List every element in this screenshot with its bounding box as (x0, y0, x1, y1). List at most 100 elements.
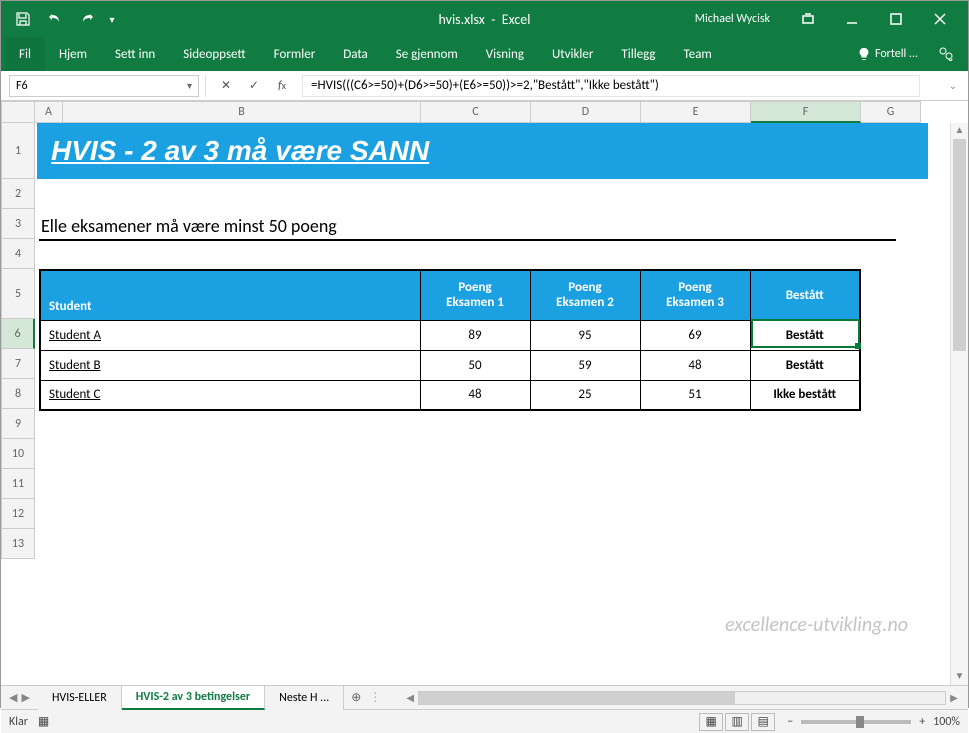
table-header: PoengEksamen 3 (640, 270, 750, 320)
tab-settinn[interactable]: Sett inn (101, 37, 169, 71)
row-headers: 12345678910111213 (1, 123, 35, 685)
new-sheet-button[interactable]: ⊕ (344, 690, 368, 705)
subtitle-underline (39, 239, 896, 241)
scroll-up-button[interactable]: ▲ (951, 123, 968, 139)
row-header-1[interactable]: 1 (1, 123, 35, 179)
macro-record-icon[interactable]: ▦ (38, 714, 49, 729)
tab-hjem[interactable]: Hjem (45, 37, 101, 71)
zoom-level[interactable]: 100% (933, 715, 960, 729)
watermark: excellence-utvikling.no (725, 613, 908, 637)
share-button[interactable] (928, 37, 964, 71)
horizontal-scrollbar[interactable]: ◀ ▶ (382, 691, 968, 705)
tab-data[interactable]: Data (329, 37, 382, 71)
table-cell[interactable]: Student A (40, 320, 420, 350)
sheet-nav-next[interactable]: ▶ (21, 691, 29, 704)
view-page-layout-button[interactable]: ▥ (725, 713, 749, 731)
sheet-tab[interactable]: HVIS-2 av 3 betingelser (122, 686, 265, 710)
table-cell[interactable]: 95 (530, 320, 640, 350)
table-cell[interactable]: Student B (40, 350, 420, 380)
scroll-right-button[interactable]: ▶ (946, 691, 962, 704)
cancel-formula-button[interactable]: ✕ (214, 75, 238, 97)
row-header-5[interactable]: 5 (1, 269, 35, 319)
table-cell[interactable]: Bestått (750, 350, 860, 380)
name-box[interactable]: F6▾ (9, 75, 199, 97)
tab-visning[interactable]: Visning (472, 37, 538, 71)
column-headers: ABCDEFG (35, 101, 968, 123)
column-header-B[interactable]: B (63, 101, 421, 123)
table-cell[interactable]: 89 (420, 320, 530, 350)
tab-utvikler[interactable]: Utvikler (538, 37, 607, 71)
qat-customize[interactable]: ▾ (105, 5, 119, 33)
table-cell[interactable]: 25 (530, 380, 640, 410)
cells-area[interactable]: HVIS - 2 av 3 må være SANN Elle eksamene… (35, 123, 968, 685)
accept-formula-button[interactable]: ✓ (242, 75, 266, 97)
column-header-D[interactable]: D (531, 101, 641, 123)
sheet-tab[interactable]: Neste H ... (265, 686, 344, 710)
column-header-A[interactable]: A (35, 101, 63, 123)
zoom-slider[interactable] (801, 720, 911, 724)
chevron-down-icon[interactable]: ▾ (187, 79, 192, 92)
table-cell[interactable]: 51 (640, 380, 750, 410)
row-header-3[interactable]: 3 (1, 209, 35, 239)
formula-expand-button[interactable]: ⌄ (944, 79, 962, 92)
close-button[interactable] (920, 3, 960, 35)
maximize-button[interactable] (876, 3, 916, 35)
sheet-nav-prev[interactable]: ◀ (9, 691, 17, 704)
row-header-8[interactable]: 8 (1, 379, 35, 409)
row-header-9[interactable]: 9 (1, 409, 35, 439)
table-cell[interactable]: 59 (530, 350, 640, 380)
table-cell[interactable]: Ikke bestått (750, 380, 860, 410)
minimize-button[interactable] (832, 3, 872, 35)
tell-me[interactable]: Fortell ... (847, 37, 928, 71)
table-cell[interactable]: Student C (40, 380, 420, 410)
row-header-4[interactable]: 4 (1, 239, 35, 269)
formula-bar[interactable]: =HVIS(((C6>=50)+(D6>=50)+(E6>=50))>=2,"B… (302, 75, 920, 97)
title-bar: ▾ hvis.xlsx - Excel Michael Wycisk (1, 1, 968, 37)
sheet-tab[interactable]: HVIS-ELLER (38, 686, 122, 710)
row-header-6[interactable]: 6 (1, 319, 35, 349)
sheet-banner: HVIS - 2 av 3 må være SANN (37, 123, 928, 179)
table-cell[interactable]: 69 (640, 320, 750, 350)
fx-button[interactable]: fx (270, 75, 294, 97)
row-header-7[interactable]: 7 (1, 349, 35, 379)
view-normal-button[interactable]: ▦ (699, 713, 723, 731)
sheet-tab-bar: ◀ ▶ HVIS-ELLERHVIS-2 av 3 betingelserNes… (1, 685, 968, 709)
zoom-in-button[interactable]: + (919, 715, 925, 729)
tab-team[interactable]: Team (670, 37, 726, 71)
v-scroll-thumb[interactable] (953, 139, 966, 351)
share-icon (938, 46, 954, 62)
scroll-left-button[interactable]: ◀ (402, 691, 418, 704)
status-ready: Klar (9, 715, 28, 729)
sheet-subtitle: Elle eksamener må være minst 50 poeng (41, 215, 337, 237)
row-header-11[interactable]: 11 (1, 469, 35, 499)
h-scroll-thumb[interactable] (419, 692, 734, 704)
zoom-out-button[interactable]: − (787, 715, 793, 729)
column-header-E[interactable]: E (641, 101, 751, 123)
undo-button[interactable] (41, 5, 69, 33)
tab-formler[interactable]: Formler (260, 37, 330, 71)
formula-bar-row: F6▾ ✕ ✓ fx =HVIS(((C6>=50)+(D6>=50)+(E6>… (1, 71, 968, 101)
save-button[interactable] (9, 5, 37, 33)
table-cell[interactable]: Bestått (750, 320, 860, 350)
column-header-F[interactable]: F (751, 101, 861, 123)
ribbon-options-button[interactable] (788, 3, 828, 35)
column-header-G[interactable]: G (861, 101, 921, 123)
tab-sideoppsett[interactable]: Sideoppsett (169, 37, 259, 71)
row-header-2[interactable]: 2 (1, 179, 35, 209)
tab-segjennom[interactable]: Se gjennom (382, 37, 472, 71)
select-all-corner[interactable] (1, 101, 35, 123)
row-header-13[interactable]: 13 (1, 529, 35, 559)
lightbulb-icon (857, 47, 871, 61)
row-header-12[interactable]: 12 (1, 499, 35, 529)
vertical-scrollbar[interactable]: ▲ ▼ (950, 123, 968, 685)
table-cell[interactable]: 50 (420, 350, 530, 380)
column-header-C[interactable]: C (421, 101, 531, 123)
table-cell[interactable]: 48 (420, 380, 530, 410)
table-cell[interactable]: 48 (640, 350, 750, 380)
row-header-10[interactable]: 10 (1, 439, 35, 469)
scroll-down-button[interactable]: ▼ (951, 669, 968, 685)
redo-button[interactable] (73, 5, 101, 33)
tab-fil[interactable]: Fil (5, 37, 45, 71)
tab-tillegg[interactable]: Tillegg (607, 37, 669, 71)
view-page-break-button[interactable]: ▤ (751, 713, 775, 731)
